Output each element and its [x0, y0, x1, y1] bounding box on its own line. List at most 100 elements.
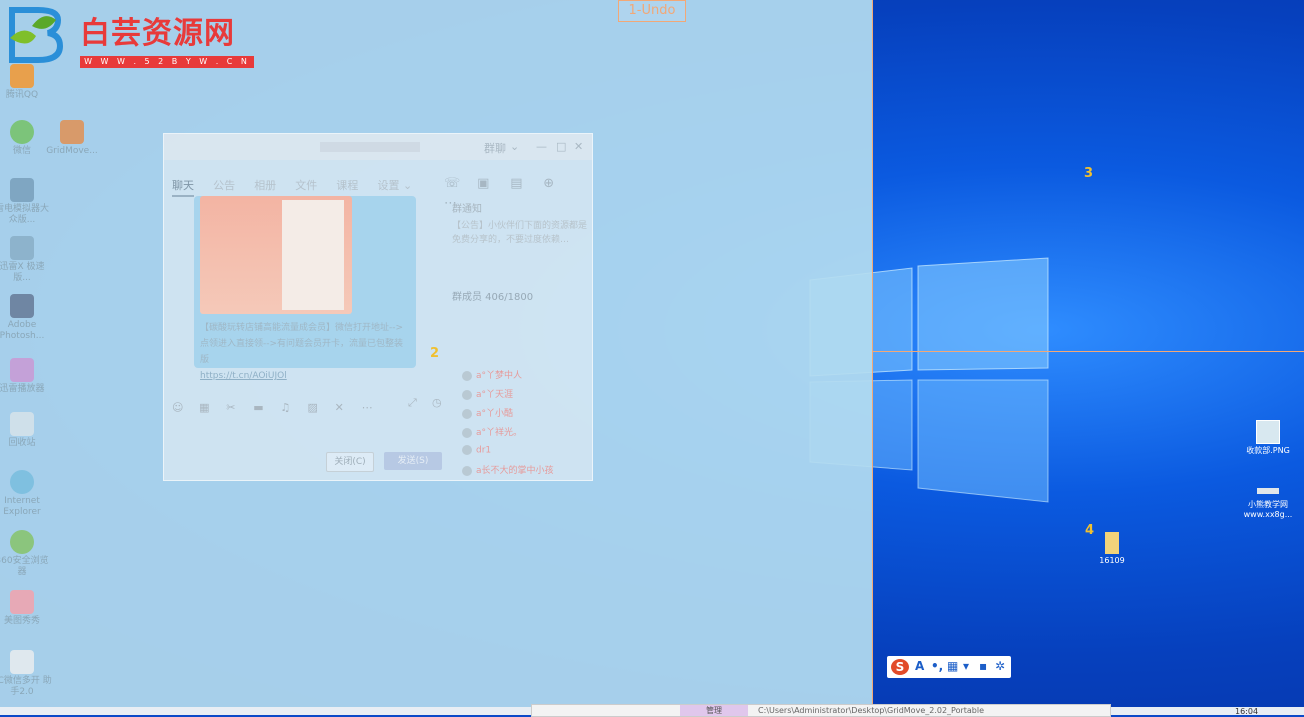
desktop-icon[interactable]: PC微信多开 助手2.0 — [0, 650, 52, 698]
members-header: 群成员 406/1800 — [452, 292, 534, 303]
scissors-icon[interactable]: ✂ — [226, 401, 240, 414]
avatar — [462, 465, 472, 476]
undo-zone-label[interactable]: 1-Undo — [618, 0, 686, 22]
chat-tabs: 聊天 公告 相册 文件 课程 设置 ⌄ — [172, 174, 426, 197]
desktop-icon[interactable]: 美图秀秀 — [0, 590, 52, 627]
chat-message-bubble[interactable]: 【碳酸玩转店铺高能流量成会员】微信打开地址-->点领进入直接领-->有问题会员开… — [194, 196, 416, 381]
message-image[interactable] — [200, 196, 352, 314]
gridmove-icon — [60, 120, 84, 144]
desktop-icon[interactable]: Internet Explorer — [0, 470, 52, 518]
message-text: 【碳酸玩转店铺高能流量成会员】微信打开地址-->点领进入直接领-->有问题会员开… — [200, 323, 404, 381]
avatar — [462, 445, 472, 455]
meitu-icon — [10, 590, 34, 614]
ie-icon — [10, 470, 34, 494]
group-sidebar: 群通知 【公告】小伙伴们下面的资源都是免费分享的，不要过度依赖… 群成员 406… — [452, 200, 587, 303]
zone-number-2: 2 — [430, 346, 440, 361]
desktop-icon[interactable]: 16109 — [1080, 532, 1144, 566]
settings-icon[interactable]: ✲ — [995, 659, 1005, 673]
logo-mark-icon — [9, 7, 64, 63]
chat-window[interactable]: 群聊 ⌄ — □ ✕ 聊天 公告 相册 文件 课程 设置 ⌄ ☏ ▣ ▤ ⊕ ⋯… — [163, 133, 593, 481]
desktop-icon[interactable]: GridMove... — [42, 120, 102, 157]
avatar — [462, 389, 472, 400]
desktop-icon[interactable]: 回收站 — [0, 412, 52, 449]
whiteboard-icon[interactable]: ▤ — [510, 176, 526, 192]
member-item[interactable]: a°丫祥光。 — [462, 425, 522, 438]
thunder-icon — [10, 236, 34, 260]
ime-mode[interactable]: A — [915, 659, 924, 673]
desktop-icon[interactable]: 360安全浏览器 — [0, 530, 52, 578]
send-button[interactable]: 发送(S) — [384, 452, 442, 470]
desktop-icon[interactable]: Adobe Photosh... — [0, 294, 52, 342]
tab-notice[interactable]: 公告 — [213, 177, 235, 193]
music-icon[interactable]: ♫ — [280, 401, 294, 414]
explorer-tab-manage[interactable]: 管理 — [680, 705, 748, 716]
avatar — [462, 370, 472, 381]
member-item[interactable]: a°丫小酷 — [462, 406, 513, 419]
video-icon[interactable]: ▣ — [477, 176, 493, 192]
emoji-icon[interactable]: ☺ — [172, 401, 186, 414]
avatar — [462, 408, 472, 419]
gif-icon[interactable]: ▦ — [199, 401, 213, 414]
keyboard-icon[interactable]: ▦ — [947, 659, 958, 673]
mute-icon[interactable]: ✕ — [335, 401, 349, 414]
desktop-icon[interactable]: 小熊教学网 www.xx8g... — [1236, 484, 1300, 520]
message-image-doc — [282, 200, 344, 310]
image-icon[interactable]: ▨ — [307, 401, 321, 414]
logo-title: 白芸资源网 — [80, 16, 235, 51]
grid-zone-divider — [872, 351, 1304, 352]
site-logo: 白芸资源网 W W W . 5 2 B Y W . C N — [4, 4, 254, 68]
chat-title-blurred — [320, 142, 420, 152]
zone-number-3: 3 — [1084, 166, 1094, 181]
more-icon[interactable]: ⋯ — [362, 401, 376, 414]
qq-icon — [10, 64, 34, 88]
avatar — [462, 427, 472, 438]
member-item[interactable]: a°丫梦中人 — [462, 368, 522, 381]
close-button[interactable]: 关闭(C) — [326, 452, 374, 472]
tab-settings[interactable]: 设置 ⌄ — [377, 177, 412, 193]
phone-icon[interactable]: ☏ — [444, 176, 460, 192]
ime-toolbar[interactable]: S A •, ▦ ▾ ▪ ✲ — [887, 656, 1011, 678]
tab-album[interactable]: 相册 — [254, 177, 276, 193]
file-explorer-window[interactable]: 管理 C:\Users\Administrator\Desktop\GridMo… — [531, 704, 1111, 717]
tab-files[interactable]: 文件 — [295, 177, 317, 193]
punctuation-icon[interactable]: •, — [931, 659, 943, 673]
member-item[interactable]: dr1 — [462, 445, 491, 456]
chevron-down-icon[interactable]: ⌄ — [510, 140, 519, 153]
desktop-icon[interactable]: 迅雷X 极速版... — [0, 236, 52, 284]
message-link[interactable]: https://t.cn/AOiUJOl — [200, 371, 287, 381]
emulator-icon — [10, 178, 34, 202]
member-item[interactable]: a长不大的掌中小孩 — [462, 463, 554, 476]
add-icon[interactable]: ⊕ — [543, 176, 559, 192]
tab-courses[interactable]: 课程 — [336, 177, 358, 193]
minimize-icon[interactable]: — — [536, 140, 547, 153]
expand-icon[interactable]: ⤢ — [408, 396, 417, 410]
desktop-icon[interactable]: 迅雷播放器 — [0, 358, 52, 395]
chat-titlebar[interactable]: 群聊 ⌄ — □ ✕ — [164, 134, 592, 160]
input-toolbar: ☺ ▦ ✂ ▬ ♫ ▨ ✕ ⋯ — [172, 396, 384, 415]
sogou-logo-icon[interactable]: S — [891, 659, 909, 675]
chat-status: 群聊 — [484, 142, 506, 155]
tab-chat[interactable]: 聊天 — [172, 177, 194, 197]
logo-subtitle: W W W . 5 2 B Y W . C N — [80, 56, 254, 68]
image-file-icon — [1256, 420, 1280, 444]
browser-360-icon — [10, 530, 34, 554]
desktop-icon[interactable]: 腾讯QQ — [0, 64, 52, 101]
group-notice-text[interactable]: 【公告】小伙伴们下面的资源都是免费分享的，不要过度依赖… — [452, 219, 587, 247]
group-notice-title: 群通知 — [452, 204, 482, 215]
folder-icon[interactable]: ▬ — [253, 401, 267, 414]
player-icon — [10, 358, 34, 382]
maximize-icon[interactable]: □ — [556, 140, 566, 153]
wechat-multi-icon — [10, 650, 34, 674]
close-icon[interactable]: ✕ — [574, 140, 583, 153]
skin-icon[interactable]: ▾ — [963, 659, 969, 673]
archive-file-icon — [1105, 532, 1119, 554]
desktop-icon[interactable]: 雷电模拟器大众版... — [0, 178, 52, 226]
toolbox-icon[interactable]: ▪ — [979, 659, 987, 673]
photoshop-icon — [10, 294, 34, 318]
explorer-address[interactable]: C:\Users\Administrator\Desktop\GridMove_… — [758, 705, 984, 716]
desktop-icon[interactable]: 收款部.PNG — [1236, 420, 1300, 456]
shortcut-icon — [1257, 488, 1279, 494]
history-icon[interactable]: ◷ — [432, 396, 442, 409]
recycle-bin-icon — [10, 412, 34, 436]
member-item[interactable]: a°丫天涯 — [462, 387, 513, 400]
